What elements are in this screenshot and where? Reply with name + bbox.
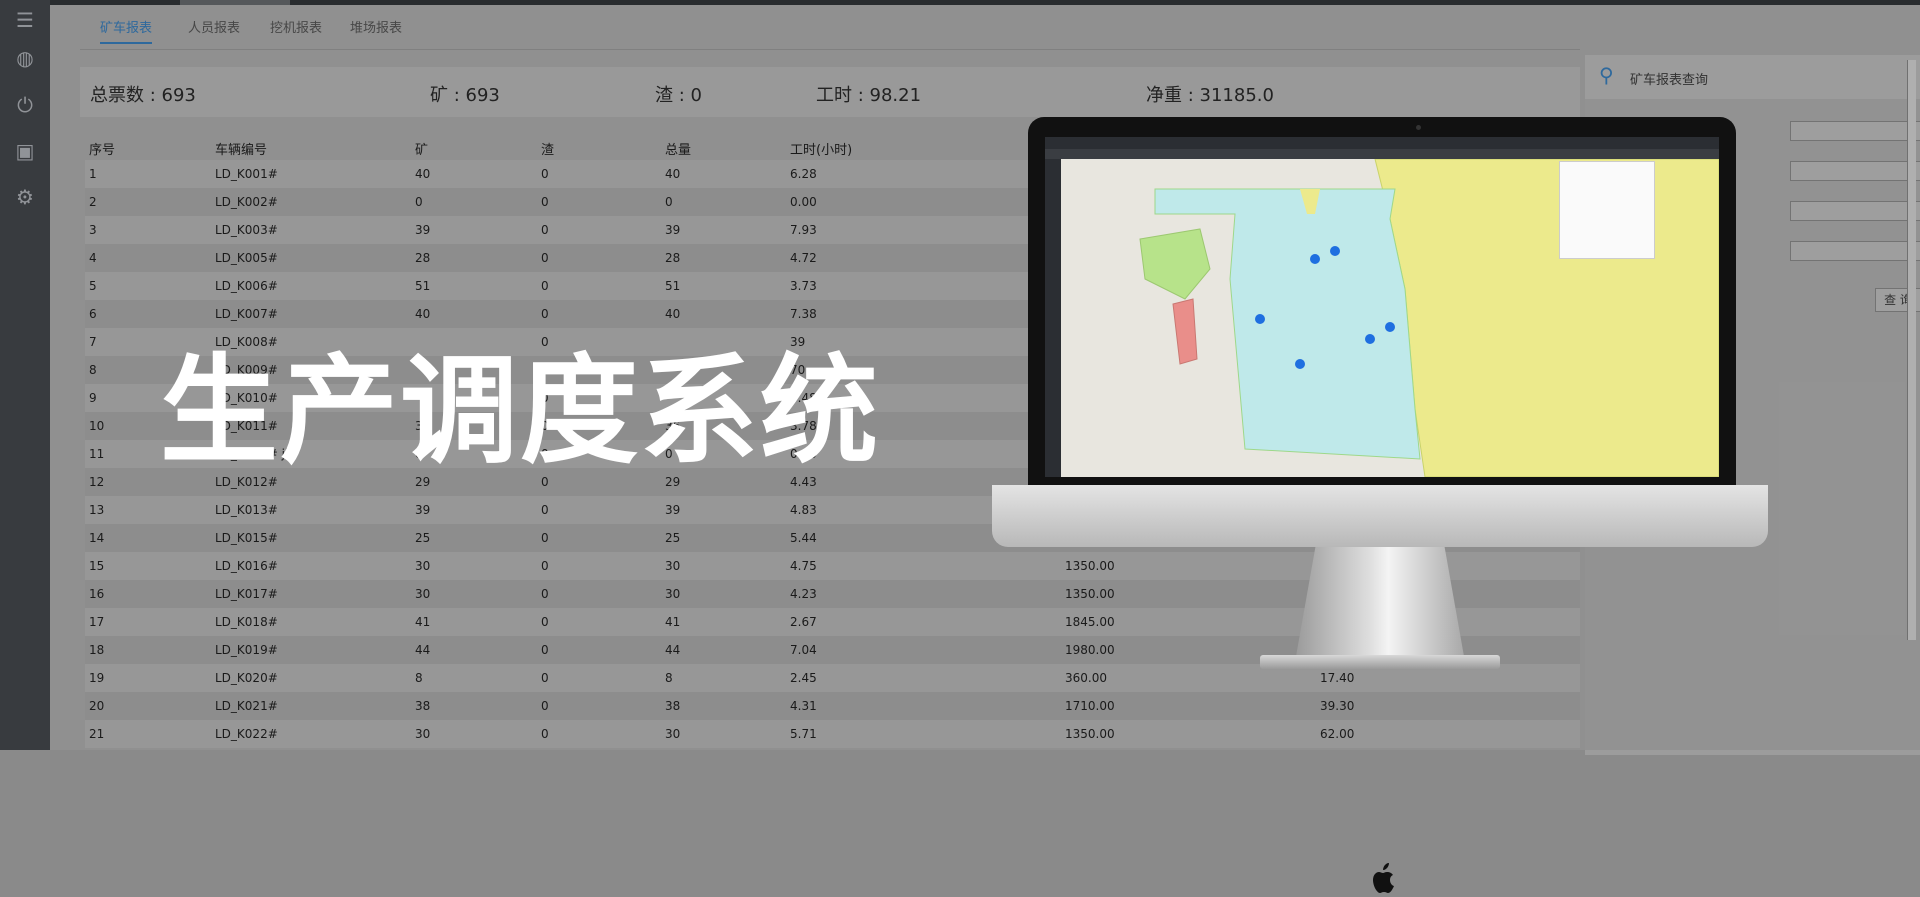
vehicle-marker[interactable] bbox=[1310, 254, 1320, 264]
banner-headline: 生产调度系统 bbox=[160, 342, 881, 480]
webcam bbox=[1416, 125, 1421, 130]
map-zone-green bbox=[1139, 228, 1211, 300]
apple-logo bbox=[1373, 863, 1394, 893]
vehicle-marker[interactable] bbox=[1330, 246, 1340, 256]
monitor-stand bbox=[1295, 547, 1465, 662]
screen-tabs bbox=[1045, 149, 1719, 159]
monitor-base bbox=[1260, 655, 1500, 669]
vehicle-marker[interactable] bbox=[1295, 359, 1305, 369]
monitor-mockup bbox=[990, 115, 1770, 893]
screen-topbar bbox=[1045, 137, 1719, 149]
monitor-chin bbox=[992, 485, 1768, 893]
map-zone-red bbox=[1172, 298, 1198, 365]
map-zone-yellow bbox=[1374, 159, 1719, 477]
screen-filter-panel bbox=[1559, 161, 1655, 259]
monitor-screen bbox=[1045, 137, 1719, 477]
vehicle-marker[interactable] bbox=[1385, 322, 1395, 332]
vehicle-marker[interactable] bbox=[1255, 314, 1265, 324]
vehicle-marker[interactable] bbox=[1365, 334, 1375, 344]
